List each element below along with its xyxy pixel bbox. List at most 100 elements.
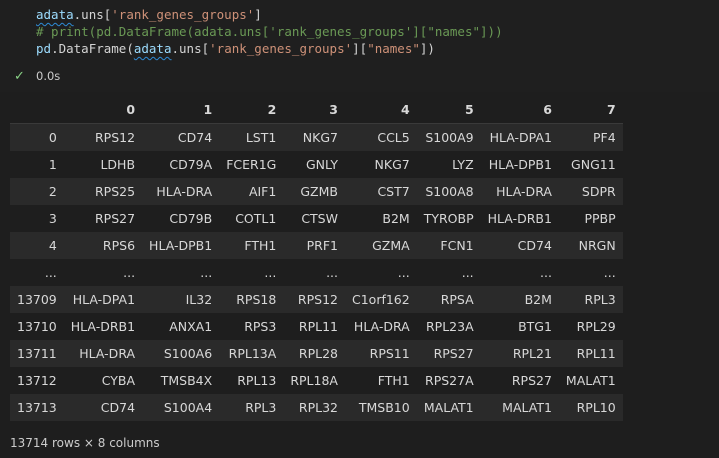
- table-cell: ...: [123, 265, 136, 280]
- table-cell: RPS25: [94, 184, 136, 199]
- code-line-1: adata.uns['rank_genes_groups']: [36, 7, 262, 22]
- table-cell: LST1: [245, 130, 277, 145]
- table-cell: HLA-DRA: [496, 184, 552, 199]
- table-cell: CD79A: [169, 157, 213, 172]
- table-row: 13709 HLA-DPA1 IL32 RPS18 RPS12 C1orf162 RPSA B…: [10, 286, 623, 313]
- table-row: 3 RPS27 CD79B COTL1 CTSW B2M TYROBP HLA-DRB1 PPB…: [10, 205, 623, 232]
- column-header: 7: [558, 96, 623, 124]
- table-cell: RPS27: [433, 346, 474, 361]
- code-cell[interactable]: adata.uns['rank_genes_groups'] # print(pd…: [0, 0, 719, 92]
- table-cell: RPS6: [102, 238, 136, 253]
- table-cell: C1orf162: [351, 292, 410, 307]
- row-index: 13712: [17, 373, 57, 388]
- table-cell: ...: [264, 265, 277, 280]
- row-index: 2: [48, 184, 57, 199]
- row-index: 13711: [17, 346, 57, 361]
- table-cell: MALAT1: [502, 400, 552, 415]
- table-cell: RPS12: [94, 130, 136, 145]
- table-cell: HLA-DRA: [353, 319, 410, 334]
- table-cell: TMSB4X: [160, 373, 213, 388]
- table-cell: RPL3: [245, 400, 277, 415]
- check-icon: ✓: [14, 68, 25, 84]
- table-cell: MALAT1: [565, 373, 616, 388]
- table-cell: FTH1: [377, 373, 410, 388]
- table-cell: RPS12: [297, 292, 338, 307]
- table-header-row: 01234567: [10, 96, 623, 124]
- table-cell: RPL23A: [425, 319, 474, 334]
- table-cell: HLA-DRB1: [487, 211, 552, 226]
- execution-time: 0.0s: [36, 69, 61, 83]
- table-cell: B2M: [382, 211, 410, 226]
- table-cell: RPL21: [512, 346, 552, 361]
- table-cell: ...: [200, 265, 213, 280]
- table-cell: RPS3: [244, 319, 277, 334]
- table-cell: CD79B: [169, 211, 213, 226]
- table-row: 13711 HLA-DRA S100A6 RPL13A RPL28 RPS11 RPS27 R…: [10, 340, 623, 367]
- table-cell: ANXA1: [169, 319, 213, 334]
- table-cell: CD74: [517, 238, 552, 253]
- table-cell: ...: [326, 265, 338, 280]
- table-cell: RPL28: [298, 346, 338, 361]
- table-cell: RPS27A: [425, 373, 474, 388]
- table-cell: HLA-DPB1: [149, 238, 213, 253]
- row-index: 13710: [17, 319, 57, 334]
- table-cell: RPS11: [369, 346, 410, 361]
- table-cell: ...: [397, 265, 410, 280]
- table-cell: HLA-DPA1: [489, 130, 552, 145]
- table-cell: RPL10: [576, 400, 616, 415]
- table-summary: 13714 rows × 8 columns: [10, 436, 160, 450]
- row-index: 0: [48, 130, 57, 145]
- table-cell: AIF1: [248, 184, 277, 199]
- table-cell: RPL13: [237, 373, 277, 388]
- table-cell: S100A4: [163, 400, 213, 415]
- table-cell: HLA-DRA: [79, 346, 136, 361]
- index-header: [10, 96, 64, 124]
- table-cell: NKG7: [302, 130, 338, 145]
- row-index: ...: [44, 265, 57, 280]
- table-cell: HLA-DPB1: [488, 157, 552, 172]
- table-cell: HLA-DRA: [156, 184, 213, 199]
- table-cell: FTH1: [244, 238, 277, 253]
- row-index: 1: [48, 157, 57, 172]
- table-cell: S100A8: [425, 184, 474, 199]
- table-cell: RPL18A: [290, 373, 338, 388]
- table-row: 13710 HLA-DRB1 ANXA1 RPS3 RPL11 HLA-DRA RPL23A…: [10, 313, 623, 340]
- table-cell: RPL11: [298, 319, 338, 334]
- column-header: 5: [416, 96, 481, 124]
- table-cell: RPS18: [236, 292, 277, 307]
- column-header: 4: [344, 96, 417, 124]
- table-cell: ...: [461, 265, 474, 280]
- cell-output: 01234567 0 RPS12 CD74 LST1 NKG7 CCL5 S100A9 HLA…: [0, 92, 719, 458]
- table-cell: LYZ: [452, 157, 474, 172]
- table-cell: IL32: [185, 292, 213, 307]
- row-index: 4: [48, 238, 57, 253]
- table-cell: PPBP: [584, 211, 616, 226]
- row-index: 13713: [17, 400, 57, 415]
- row-index: 13709: [17, 292, 57, 307]
- table-cell: CTSW: [301, 211, 338, 226]
- code-line-3: pd.DataFrame(adata.uns['rank_genes_group…: [36, 41, 435, 56]
- table-cell: FCER1G: [226, 157, 277, 172]
- table-cell: RPS27: [94, 211, 136, 226]
- table-cell: SDPR: [581, 184, 616, 199]
- table-row: 4 RPS6 HLA-DPB1 FTH1 PRF1 GZMA FCN1 CD74 NRGN: [10, 232, 623, 259]
- table-cell: RPSA: [440, 292, 474, 307]
- table-cell: GZMA: [372, 238, 410, 253]
- table-row: 13712 CYBA TMSB4X RPL13 RPL18A FTH1 RPS27A RPS2…: [10, 367, 623, 394]
- row-index: 3: [48, 211, 57, 226]
- table-cell: CYBA: [101, 373, 136, 388]
- table-cell: TMSB10: [358, 400, 410, 415]
- table-cell: NKG7: [374, 157, 410, 172]
- table-cell: S100A6: [163, 346, 213, 361]
- table-cell: ...: [540, 265, 552, 280]
- table-row: 0 RPS12 CD74 LST1 NKG7 CCL5 S100A9 HLA-DPA1 PF4: [10, 123, 623, 151]
- table-cell: LDHB: [100, 157, 136, 172]
- table-cell: HLA-DRB1: [70, 319, 136, 334]
- column-header: 2: [219, 96, 284, 124]
- table-cell: HLA-DPA1: [72, 292, 136, 307]
- code-editor[interactable]: adata.uns['rank_genes_groups'] # print(pd…: [36, 6, 503, 57]
- table-cell: GNLY: [306, 157, 338, 172]
- table-cell: GZMB: [300, 184, 338, 199]
- column-header: 0: [63, 96, 143, 124]
- table-cell: FCN1: [440, 238, 474, 253]
